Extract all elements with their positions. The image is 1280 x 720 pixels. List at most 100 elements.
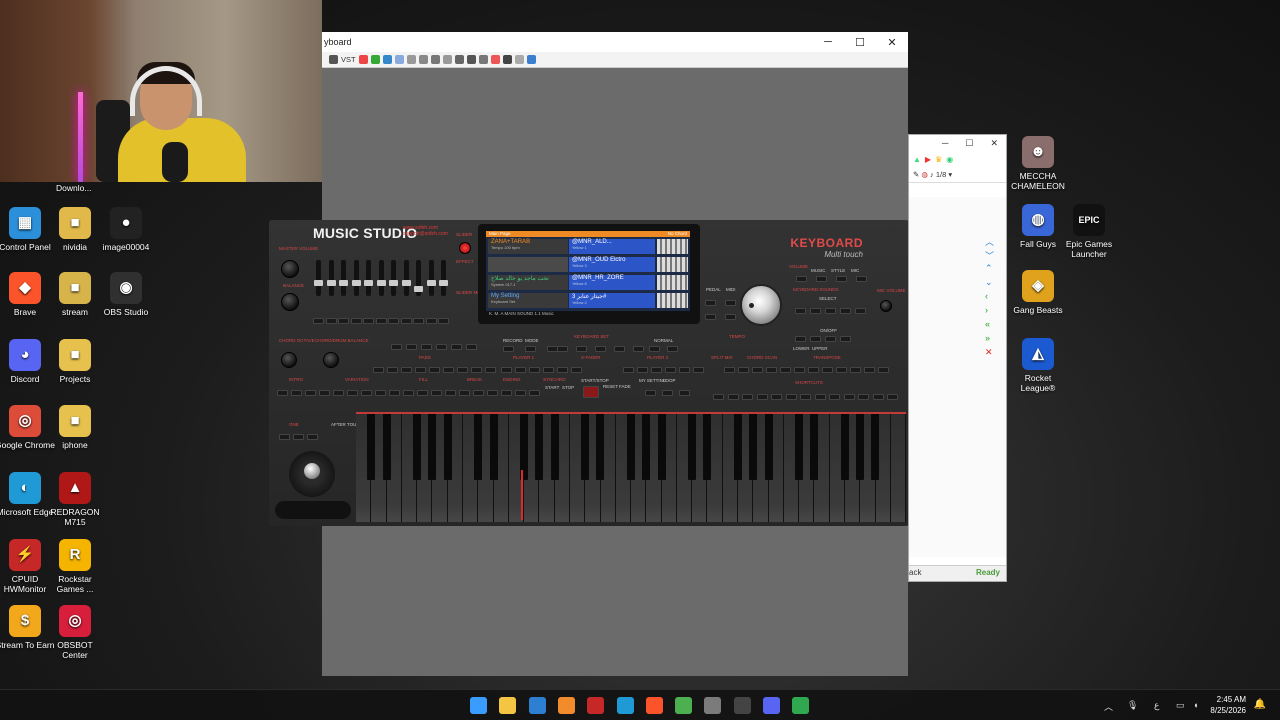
panel-button[interactable] (457, 367, 468, 373)
globe-icon[interactable] (526, 55, 536, 64)
volume-slider-handle[interactable] (401, 280, 411, 286)
panel-button[interactable] (855, 308, 866, 314)
chrome-icon[interactable]: ◉ (946, 155, 953, 164)
taskbar-brave-icon[interactable] (645, 697, 663, 714)
taskbar-keyboard-app-icon[interactable] (792, 697, 810, 714)
panel-button[interactable] (814, 394, 826, 400)
panel-button[interactable] (375, 390, 386, 396)
volume-slider-handle[interactable] (439, 280, 448, 286)
layout-icon-2[interactable] (418, 55, 428, 64)
panel-button[interactable] (373, 367, 384, 373)
taskbar-app-redbadge-icon[interactable] (733, 697, 751, 714)
panel-button[interactable] (403, 390, 414, 396)
style-name[interactable]: ZANA+TARAB Tempo 100 bpm (488, 239, 568, 254)
taskbar-edge-icon[interactable] (616, 697, 634, 714)
white-key[interactable] (569, 414, 586, 522)
display-row[interactable]: My Setting Keyboard Set جيتار عنابر 3# Y… (486, 293, 690, 310)
taskbar-file-explorer-icon[interactable] (499, 697, 517, 714)
desktop-icon-gang-beasts[interactable]: ◈ Gang Beasts (1007, 270, 1069, 315)
chord-octave-knob[interactable] (281, 352, 297, 368)
panel-button[interactable] (872, 394, 884, 400)
panel-button[interactable] (503, 346, 514, 352)
white-key[interactable] (661, 414, 677, 522)
panel-icon[interactable] (454, 55, 464, 64)
mute-button[interactable] (400, 318, 412, 324)
mic-volume-knob[interactable] (880, 300, 892, 312)
panel-button[interactable] (333, 390, 344, 396)
pen-icon[interactable]: ✎ (913, 170, 921, 179)
white-key[interactable] (768, 414, 784, 522)
panel-button[interactable] (485, 367, 496, 373)
layout-icon-3[interactable] (430, 55, 440, 64)
panel-button[interactable] (840, 308, 851, 314)
desktop-icon-meccha-chameleon[interactable]: ☻ MECCHA CHAMELEON (1007, 136, 1069, 191)
clock[interactable]: 2:45 AM 8/25/2026 (1210, 694, 1246, 716)
save-icon[interactable] (329, 55, 338, 64)
mute-button[interactable] (325, 318, 337, 324)
language-indicator[interactable]: ع (1154, 700, 1159, 711)
crown-icon[interactable]: ♛ (935, 155, 942, 164)
mute-button[interactable] (413, 318, 424, 324)
panel-button[interactable] (614, 346, 625, 352)
mute-button[interactable] (313, 318, 324, 324)
white-key[interactable] (417, 414, 433, 522)
panel-button[interactable] (291, 390, 302, 396)
record-icon[interactable] (358, 55, 368, 64)
resize-icon[interactable] (382, 55, 392, 64)
panel-button[interactable] (436, 344, 447, 350)
panel-button[interactable] (829, 394, 840, 400)
panel-button[interactable] (571, 367, 582, 373)
panel-button[interactable] (391, 344, 402, 350)
panel-button[interactable] (557, 367, 568, 373)
white-key[interactable] (814, 414, 830, 522)
desktop-icon-obsbot[interactable]: ◎ OBSBOT Center (44, 605, 106, 660)
panel-button[interactable] (816, 276, 827, 282)
panel-button[interactable] (515, 367, 526, 373)
panel-button[interactable] (836, 367, 847, 373)
volume-slider-track[interactable] (428, 260, 434, 296)
panel-button[interactable] (766, 367, 777, 373)
white-key[interactable] (462, 414, 479, 522)
desktop-icon-obs-studio[interactable]: ◉ OBS Studio (95, 272, 157, 317)
desktop-icon-rocket-league[interactable]: ◭ Rocket League® (1007, 338, 1069, 393)
panel-button[interactable] (451, 344, 462, 350)
panel-button[interactable] (319, 390, 330, 396)
song-name[interactable]: تخت ماجد يو خالد صلاح System 017.1 (488, 275, 568, 290)
volume-slider-handle[interactable] (426, 280, 436, 286)
panel-button[interactable] (471, 367, 482, 373)
panel-button[interactable] (443, 367, 454, 373)
panel-button[interactable] (421, 344, 432, 350)
chevron-right-icon[interactable]: › (985, 305, 988, 315)
ribbon-controller[interactable] (275, 501, 351, 519)
taskbar-store-icon[interactable] (528, 697, 546, 714)
panel-button[interactable] (667, 346, 678, 352)
panel-button[interactable] (277, 390, 288, 396)
double-chevron-left-icon[interactable]: « (985, 319, 990, 329)
panel-button[interactable] (557, 346, 568, 352)
volume-slider-handle[interactable] (389, 280, 398, 286)
panel-button[interactable] (387, 367, 398, 373)
main-display[interactable]: Main Page No Chord ZANA+TARAB Tempo 100 … (486, 231, 690, 318)
panel-button[interactable] (637, 367, 648, 373)
secondary-maximize-button[interactable]: ☐ (965, 138, 973, 149)
quantize-select[interactable]: ♪ 1/8 ▾ (930, 170, 952, 179)
volume-slider-handle[interactable] (339, 280, 348, 286)
white-key[interactable] (890, 414, 907, 522)
delete-icon[interactable]: ✕ (985, 347, 993, 358)
panel-button[interactable] (347, 390, 358, 396)
white-key[interactable] (875, 414, 891, 522)
panel-button[interactable] (401, 367, 412, 373)
panel-button[interactable] (843, 394, 855, 400)
volume-slider-handle[interactable] (376, 280, 386, 286)
master-volume-knob[interactable] (281, 260, 299, 278)
white-key[interactable] (371, 414, 387, 522)
mute-button[interactable] (388, 318, 399, 324)
panel-button[interactable] (858, 394, 869, 400)
panel-button[interactable] (279, 434, 290, 440)
panel-button[interactable] (679, 390, 690, 396)
panel-button[interactable] (305, 390, 316, 396)
youtube-icon[interactable]: ▶ (925, 155, 931, 164)
panel-button[interactable] (459, 390, 470, 396)
panel-button[interactable] (515, 390, 526, 396)
panel-button[interactable] (752, 367, 763, 373)
